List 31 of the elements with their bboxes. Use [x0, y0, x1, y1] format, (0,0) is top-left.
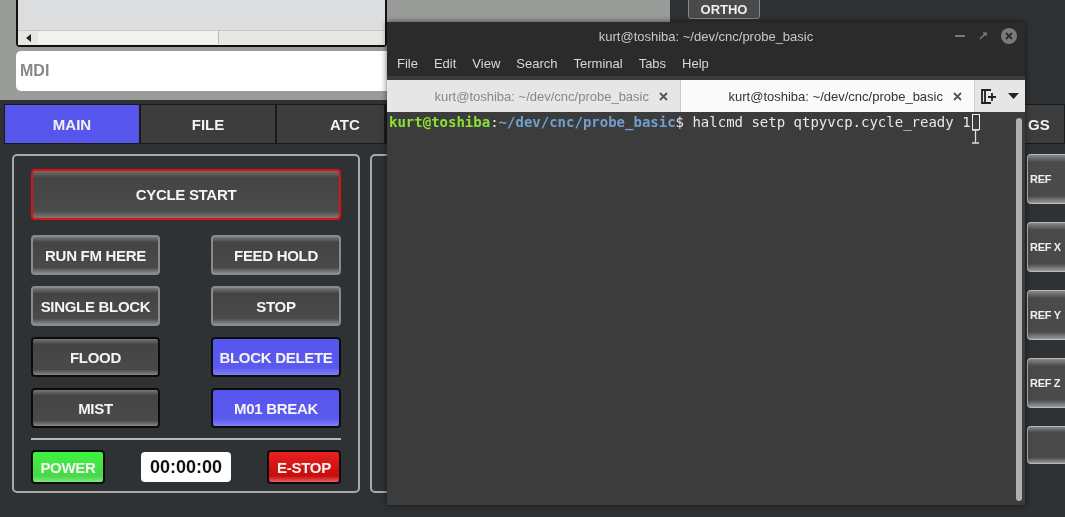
- toggle-button[interactable]: M01 BREAK: [211, 388, 341, 428]
- terminal-line: kurt@toshiba:~/dev/cnc/probe_basic$ halcmd setp qtpyvcp.cycle_ready 1: [389, 114, 1023, 130]
- tab[interactable]: ATC: [277, 105, 384, 143]
- ortho-button[interactable]: ORTHO: [688, 0, 760, 19]
- tab[interactable]: MAIN: [5, 105, 139, 143]
- menu-item[interactable]: File: [389, 55, 426, 71]
- action-button[interactable]: RUN FM HERE: [31, 235, 160, 275]
- window-title: kurt@toshiba: ~/dev/cnc/probe_basic: [598, 28, 814, 44]
- ref-button[interactable]: REF Z: [1027, 358, 1065, 408]
- mdi-field[interactable]: MDI: [16, 51, 387, 91]
- menu-item[interactable]: View: [464, 55, 509, 71]
- cycle-start-button[interactable]: CYCLE START: [31, 169, 341, 220]
- ref-button[interactable]: REF X: [1027, 222, 1065, 272]
- tab[interactable]: GS: [1024, 105, 1064, 143]
- menu-item[interactable]: Edit: [425, 55, 465, 71]
- action-button[interactable]: STOP: [211, 286, 341, 326]
- menu-item[interactable]: Search: [508, 55, 566, 71]
- e-stop-button[interactable]: E-STOP: [267, 450, 341, 484]
- menu-item[interactable]: Help: [674, 55, 717, 71]
- ref-button[interactable]: REF: [1027, 154, 1065, 204]
- action-button[interactable]: SINGLE BLOCK: [31, 286, 160, 326]
- timer: 00:00:00: [141, 452, 231, 482]
- toggle-button[interactable]: BLOCK DELETE: [211, 337, 341, 377]
- action-button[interactable]: FEED HOLD: [211, 235, 341, 275]
- menu-item[interactable]: Terminal: [565, 55, 631, 71]
- toggle-button[interactable]: MIST: [31, 388, 160, 428]
- toggle-button[interactable]: FLOOD: [31, 337, 160, 377]
- terminal-tab[interactable]: kurt@toshiba: ~/dev/cnc/probe_basic: [681, 80, 975, 112]
- tab[interactable]: FILE: [141, 105, 275, 143]
- ref-button[interactable]: REF Y: [1027, 290, 1065, 340]
- menu-item[interactable]: Tabs: [630, 55, 675, 71]
